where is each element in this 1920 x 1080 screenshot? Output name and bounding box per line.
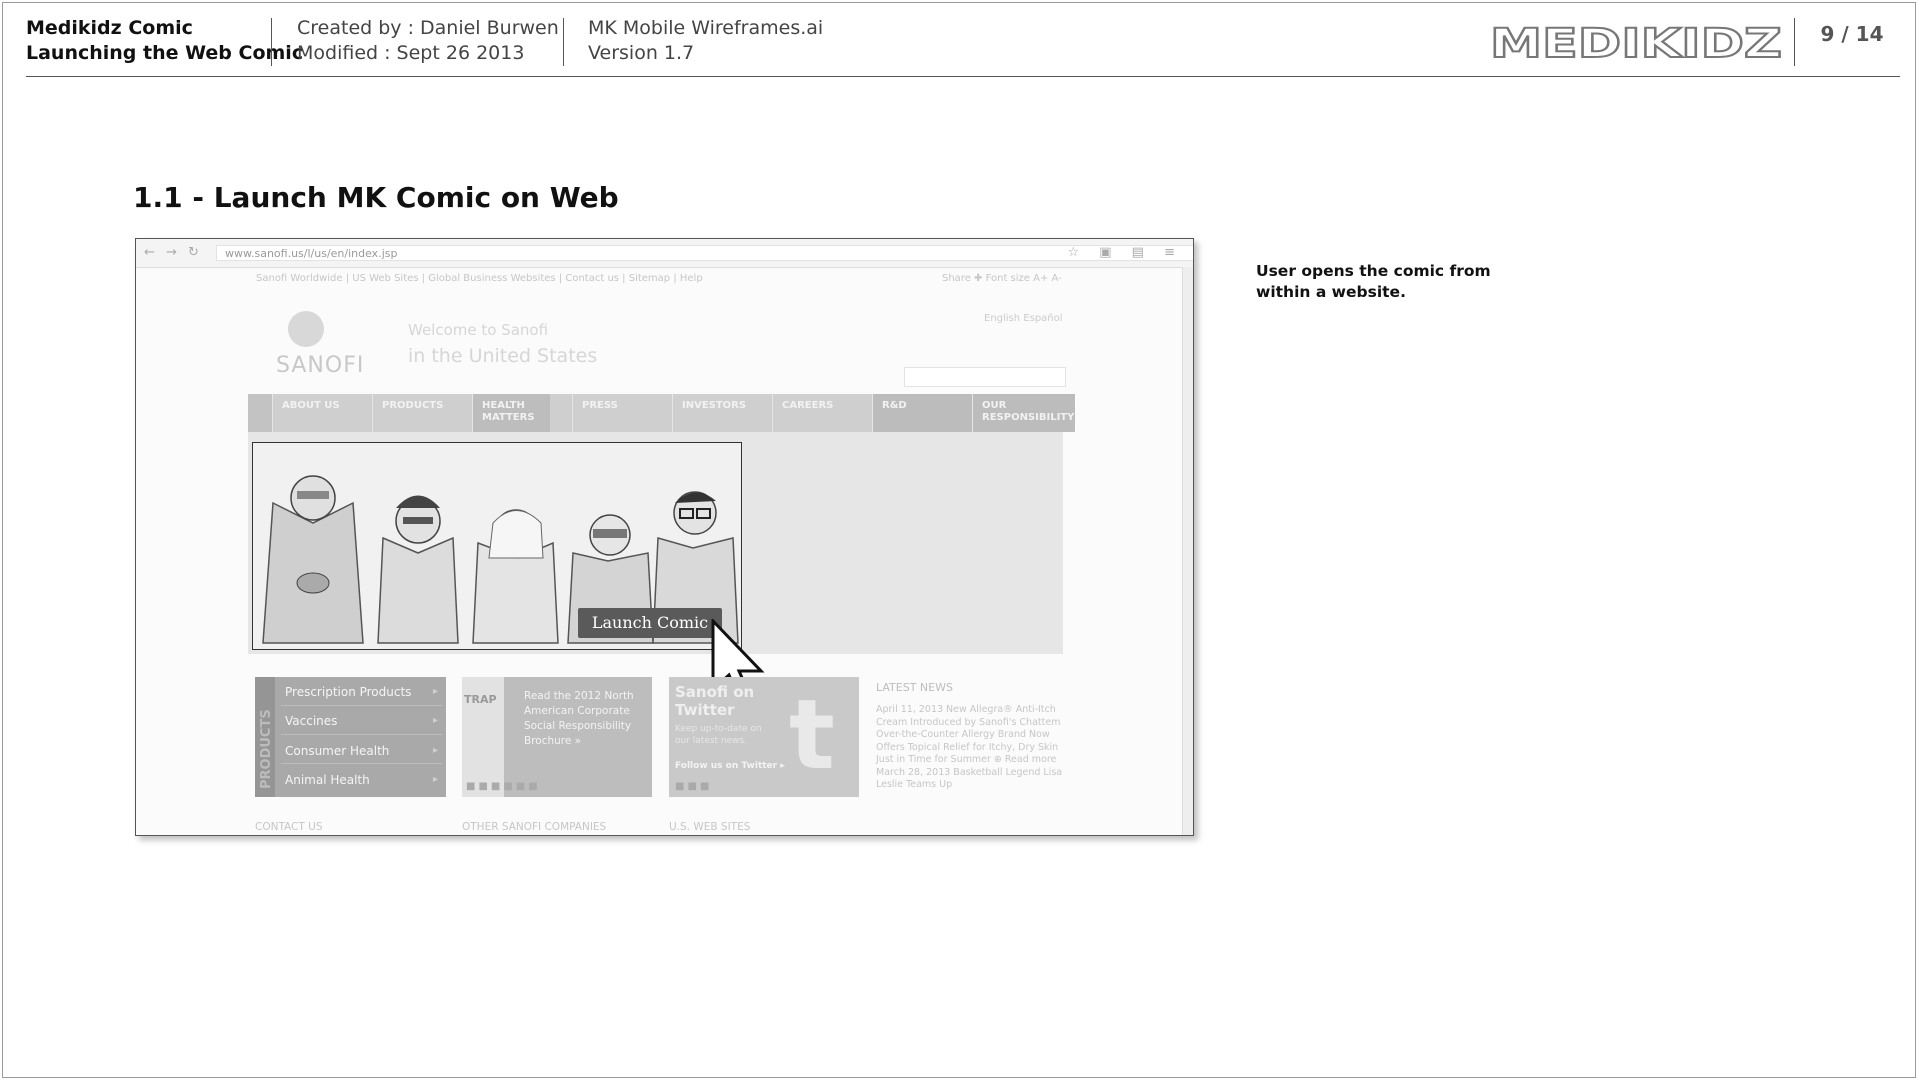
menu-item-about[interactable]: ABOUT US <box>272 394 372 432</box>
menu-item-products[interactable]: PRODUCTS <box>372 394 472 432</box>
file-name: MK Mobile Wireframes.ai <box>588 17 824 39</box>
site-top-links[interactable]: Sanofi Worldwide | US Web Sites | Global… <box>256 273 703 284</box>
doc-subtitle: Launching the Web Comic <box>26 42 304 64</box>
header-divider <box>1794 18 1795 66</box>
csr-promo-box[interactable]: TRAP Read the 2012 North American Corpor… <box>462 677 652 797</box>
product-link[interactable]: Consumer Health <box>285 744 389 758</box>
doc-title: Medikidz Comic <box>26 17 193 39</box>
menu-item-rnd[interactable]: R&D <box>872 394 972 432</box>
menu-item-health[interactable]: HEALTH MATTERS <box>472 394 550 432</box>
menu-item-press[interactable]: PRESS <box>572 394 672 432</box>
scrollbar[interactable] <box>1182 267 1193 835</box>
product-link[interactable]: Animal Health <box>285 773 370 787</box>
back-icon[interactable]: ← <box>144 245 155 260</box>
chevron-right-icon: ▸ <box>432 715 438 726</box>
latest-news-list[interactable]: April 11, 2013 New Allegra® Anti-Itch Cr… <box>876 704 1076 792</box>
chevron-right-icon: ▸ <box>432 686 438 697</box>
promo-title: TRAP <box>464 693 497 706</box>
twitter-subtitle: Keep up-to-date on our latest news. <box>675 724 762 746</box>
twitter-box[interactable]: t Sanofi on Twitter Keep up-to-date on o… <box>669 677 859 797</box>
carousel-dots[interactable]: ■■■■■■ <box>466 781 541 792</box>
language-links[interactable]: English Español <box>984 313 1063 324</box>
products-side-label: PRODUCTS <box>255 677 275 797</box>
chevron-right-icon: ▸ <box>432 745 438 756</box>
document-header: Medikidz Comic Launching the Web Comic C… <box>26 14 1900 77</box>
version: Version 1.7 <box>588 42 695 64</box>
modified-date: Modified : Sept 26 2013 <box>297 42 525 64</box>
header-divider <box>563 18 564 66</box>
site-main-menu: ABOUT US PRODUCTS HEALTH MATTERS PRESS I… <box>248 394 1075 432</box>
logo-wordmark: MEDIKIDZ <box>1490 21 1782 64</box>
address-bar[interactable]: www.sanofi.us/l/us/en/index.jsp <box>216 245 1193 261</box>
medikidz-logo: MEDIKIDZ <box>1486 20 1806 68</box>
svg-text:PRODUCTS: PRODUCTS <box>259 709 274 789</box>
welcome-line-1: Welcome to Sanofi <box>408 321 549 339</box>
section-title: 1.1 - Launch MK Comic on Web <box>133 181 619 214</box>
file-block: MK Mobile Wireframes.ai Version 1.7 <box>588 16 823 66</box>
footer-contact[interactable]: CONTACT US <box>255 821 322 833</box>
site-search-input[interactable] <box>904 367 1066 387</box>
welcome-line-2: in the United States <box>408 345 598 367</box>
authorship-block: Created by : Daniel Burwen Modified : Se… <box>297 16 559 66</box>
promo-text: Read the 2012 North American Corporate S… <box>524 690 634 747</box>
forward-icon[interactable]: → <box>166 245 177 260</box>
page-indicator: 9 / 14 <box>1820 22 1884 46</box>
created-by: Created by : Daniel Burwen <box>297 17 559 39</box>
product-link[interactable]: Vaccines <box>285 714 337 728</box>
footer-us-sites[interactable]: U.S. WEB SITES <box>669 821 750 833</box>
website-screenshot: ← → ↻ www.sanofi.us/l/us/en/index.jsp ☆ … <box>135 238 1194 836</box>
menu-item-responsibility[interactable]: OUR RESPONSIBILITY <box>972 394 1075 432</box>
sanofi-logo[interactable]: SANOFI <box>276 353 364 378</box>
chevron-right-icon: ▸ <box>432 774 438 785</box>
sanofi-bird-icon <box>288 311 324 347</box>
reload-icon[interactable]: ↻ <box>188 245 199 260</box>
twitter-title: Sanofi on Twitter <box>675 683 755 719</box>
product-link[interactable]: Prescription Products <box>285 685 411 699</box>
twitter-icon: t <box>789 679 835 791</box>
products-box: PRODUCTS Prescription Products ▸ Vaccine… <box>255 677 446 797</box>
menu-item-careers[interactable]: CAREERS <box>772 394 872 432</box>
header-divider <box>271 18 272 66</box>
twitter-follow-link[interactable]: Follow us on Twitter ▸ <box>675 761 785 771</box>
doc-title-block: Medikidz Comic Launching the Web Comic <box>26 16 303 66</box>
footer-other-companies[interactable]: OTHER SANOFI COMPANIES <box>462 821 606 833</box>
launch-comic-button[interactable]: Launch Comic <box>578 608 722 638</box>
carousel-dots[interactable]: ■■■ <box>675 781 712 792</box>
annotation-note: User opens the comic from within a websi… <box>1256 262 1491 301</box>
latest-news-heading: LATEST NEWS <box>876 681 953 694</box>
home-icon[interactable] <box>248 394 272 432</box>
browser-toolbar: ← → ↻ www.sanofi.us/l/us/en/index.jsp ☆ … <box>136 239 1193 268</box>
browser-menu-icon[interactable]: ☆ ▣ ▤ ≡ <box>1067 245 1183 260</box>
share-font-size[interactable]: Share ✚ Font size A+ A- <box>942 273 1062 284</box>
menu-item-investors[interactable]: INVESTORS <box>672 394 772 432</box>
